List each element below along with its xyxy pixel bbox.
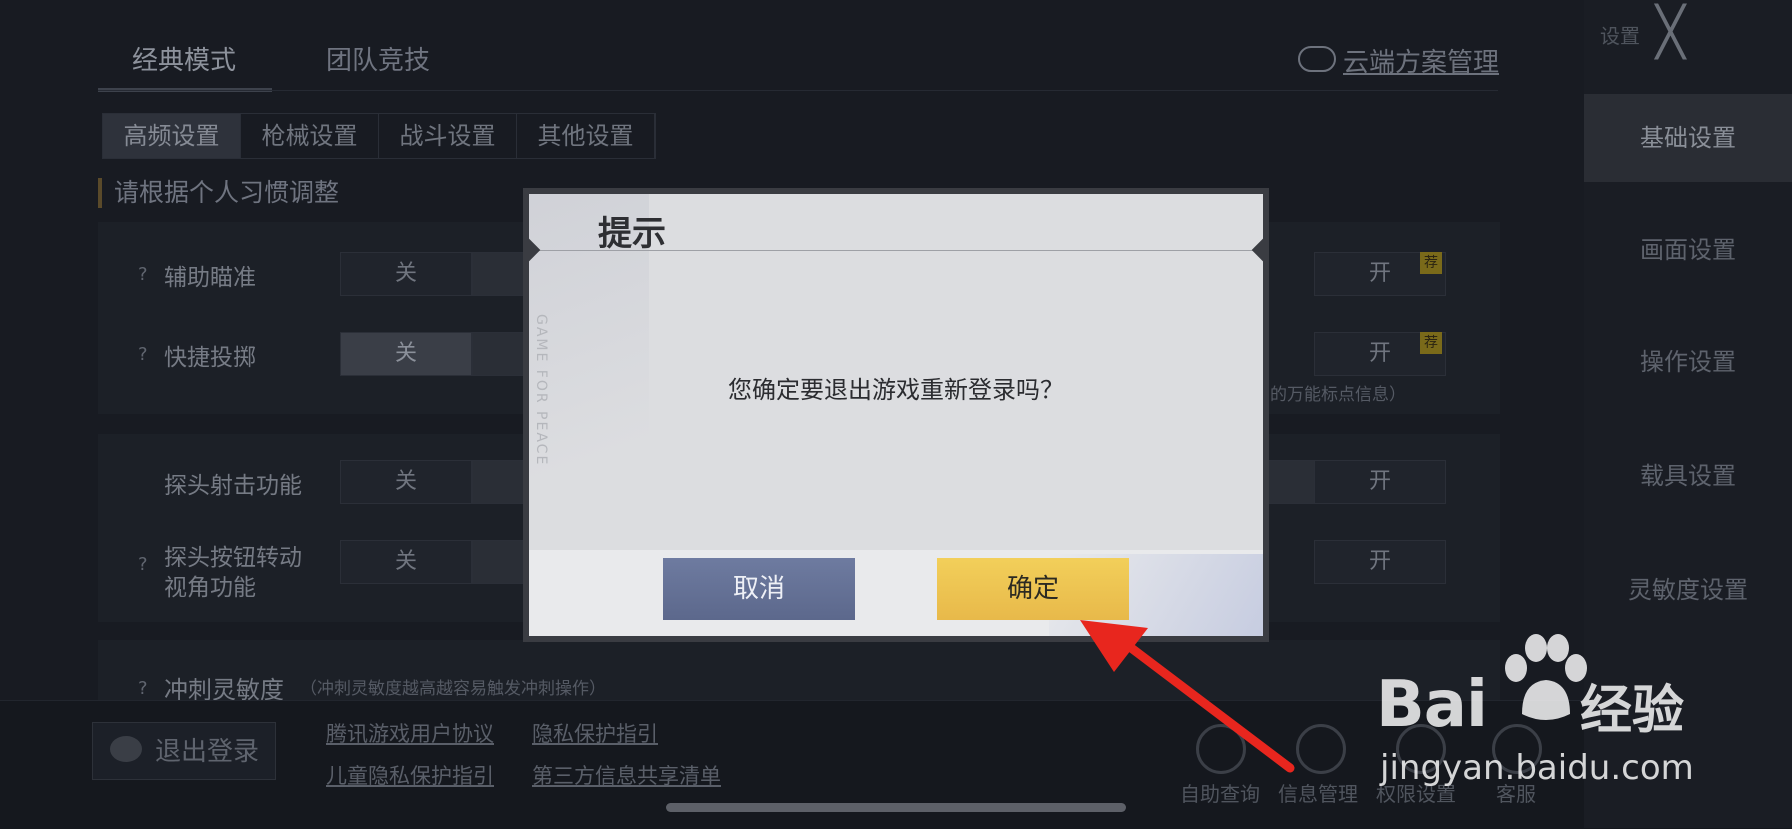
confirm-dialog: GAME FOR PEACE 提示 您确定要退出游戏重新登录吗？ 取消 确定 — [523, 188, 1269, 642]
settings-title: 设置 — [1600, 24, 1640, 48]
watermark-url: jingyan.baidu.com — [1380, 748, 1694, 788]
cloud-plan-link[interactable]: 云端方案管理 — [1343, 42, 1499, 79]
recommend-badge: 荐 — [1420, 252, 1442, 274]
nav-control-settings[interactable]: 操作设置 — [1584, 338, 1792, 386]
subtab-combat[interactable]: 战斗设置 — [379, 114, 517, 158]
peek-rotate-off[interactable]: 关 — [340, 540, 472, 584]
subtab-weapon[interactable]: 枪械设置 — [241, 114, 379, 158]
peek-rotate-on[interactable]: 开 — [1314, 540, 1446, 584]
info-manage-label: 信息管理 — [1278, 782, 1358, 806]
close-icon[interactable]: ╳ — [1656, 8, 1685, 56]
divider-ornament — [1251, 238, 1263, 262]
link-child-privacy[interactable]: 儿童隐私保护指引 — [326, 760, 494, 790]
dialog-title: 提示 — [598, 214, 666, 254]
help-icon[interactable]: ? — [138, 678, 148, 699]
link-user-agreement[interactable]: 腾讯游戏用户协议 — [326, 718, 494, 748]
cancel-button[interactable]: 取消 — [663, 558, 855, 620]
row-label-quick-throw: 快捷投掷 — [164, 345, 256, 371]
dialog-title-divider — [529, 250, 1263, 251]
help-icon[interactable]: ? — [138, 264, 148, 285]
aim-assist-off[interactable]: 关 — [340, 252, 472, 296]
quick-throw-mid[interactable] — [472, 332, 524, 376]
home-indicator[interactable] — [666, 803, 1126, 812]
divider — [98, 90, 1498, 91]
row-label-aim-assist: 辅助瞄准 — [164, 265, 256, 291]
confirm-button[interactable]: 确定 — [937, 558, 1129, 620]
row-label-peek-rotate-1: 探头按钮转动 — [164, 545, 302, 571]
sprint-sensitivity-note: （冲刺灵敏度越高越容易触发冲刺操作） — [300, 679, 606, 699]
nav-graphics-settings[interactable]: 画面设置 — [1584, 226, 1792, 274]
peek-fire-mid-right[interactable] — [1268, 460, 1320, 504]
help-icon[interactable]: ? — [138, 554, 148, 575]
peek-fire-mid[interactable] — [472, 460, 524, 504]
hint-label: 请根据个人习惯调整 — [98, 178, 339, 208]
row-label-peek-rotate-2: 视角功能 — [164, 575, 256, 601]
nav-sensitivity-settings[interactable]: 灵敏度设置 — [1584, 566, 1792, 614]
nav-vehicle-settings[interactable]: 载具设置 — [1584, 452, 1792, 500]
dialog-body: GAME FOR PEACE 提示 您确定要退出游戏重新登录吗？ 取消 确定 — [529, 194, 1263, 636]
wechat-icon — [110, 736, 142, 762]
tab-team-deathmatch[interactable]: 团队竞技 — [326, 40, 430, 77]
annotation-arrow-icon — [1080, 620, 1295, 773]
link-privacy[interactable]: 隐私保护指引 — [532, 718, 658, 748]
recommend-badge: 荐 — [1420, 332, 1442, 354]
row-label-peek-fire: 探头射击功能 — [164, 473, 302, 499]
id-card-icon[interactable] — [1296, 724, 1346, 774]
dialog-message: 您确定要退出游戏重新登录吗？ — [728, 376, 1064, 404]
peek-fire-on[interactable]: 开 — [1314, 460, 1446, 504]
quick-throw-note: 的万能标点信息） — [1270, 385, 1406, 405]
quick-throw-off[interactable]: 关 — [340, 332, 472, 376]
subtab-frequent[interactable]: 高频设置 — [103, 114, 241, 158]
sub-tabs: 高频设置 枪械设置 战斗设置 其他设置 — [102, 113, 656, 159]
subtab-other[interactable]: 其他设置 — [517, 114, 655, 158]
peek-rotate-mid[interactable] — [472, 540, 524, 584]
jingyan-text: 经验 — [1580, 681, 1685, 741]
link-third-party[interactable]: 第三方信息共享清单 — [532, 760, 721, 790]
tab-classic-mode[interactable]: 经典模式 — [132, 40, 236, 77]
peek-fire-off[interactable]: 关 — [340, 460, 472, 504]
nav-basic-settings[interactable]: 基础设置 — [1584, 94, 1792, 182]
baidu-logo-text: Bai — [1376, 668, 1488, 742]
aim-assist-mid[interactable] — [472, 252, 524, 296]
self-query-label: 自助查询 — [1180, 782, 1260, 806]
help-icon[interactable]: ? — [138, 344, 148, 365]
cloud-icon — [1298, 46, 1336, 72]
